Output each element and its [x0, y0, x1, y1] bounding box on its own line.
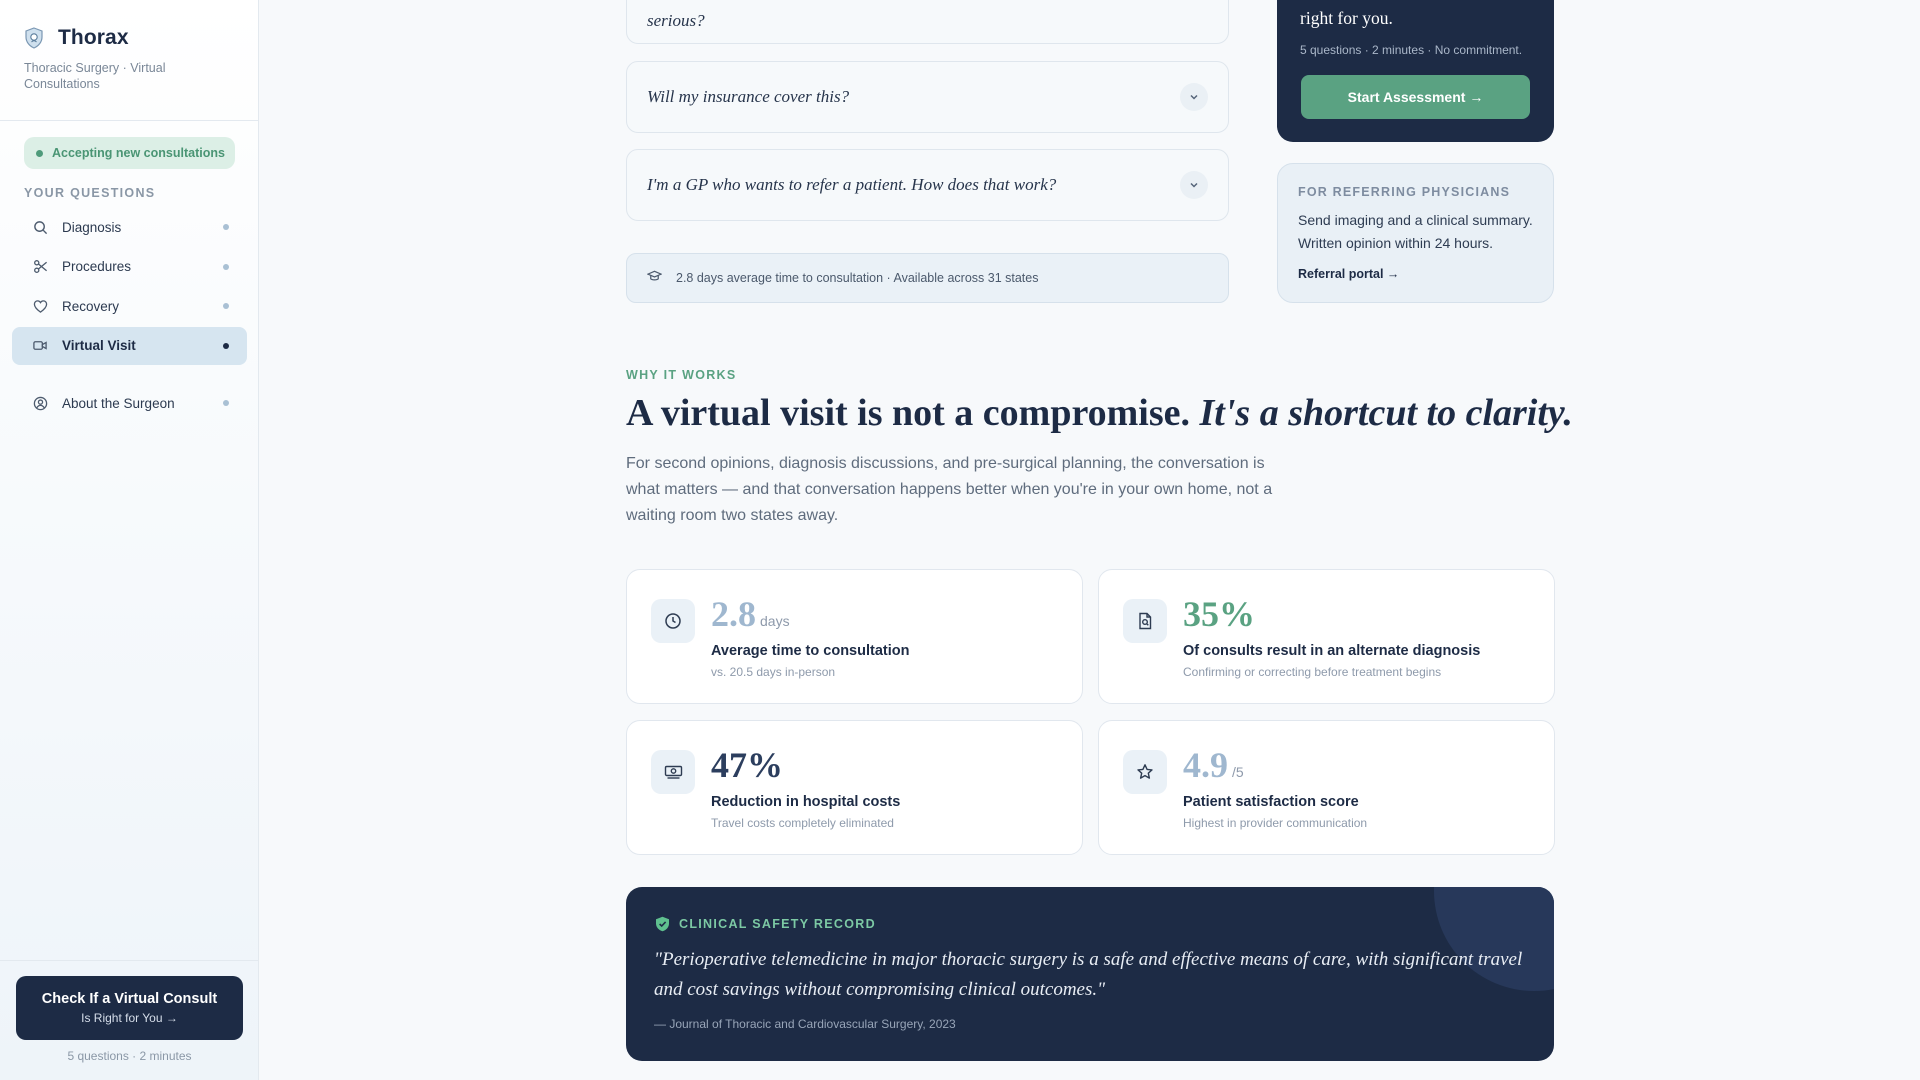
sidebar: Thorax Thoracic Surgery · Virtual Consul… — [0, 0, 259, 1080]
status-dot — [36, 149, 43, 157]
section-label: YOUR QUESTIONS — [24, 186, 156, 200]
referral-text: Send imaging and a clinical summary. Wri… — [1298, 212, 1533, 251]
stat-value: 35% — [1183, 594, 1255, 634]
quote-card: CLINICAL SAFETY RECORD "Perioperative te… — [626, 887, 1554, 1061]
info-text: 2.8 days average time to consultation · … — [676, 271, 1039, 285]
quote-label-text: CLINICAL SAFETY RECORD — [679, 917, 876, 931]
stat-unit: days — [760, 613, 790, 629]
referral-portal-link[interactable]: Referral portal → — [1298, 267, 1399, 281]
stat-value-row: 35% — [1183, 596, 1255, 632]
heading-plain: A virtual visit is not a compromise. — [626, 392, 1200, 434]
nav-dot-active — [223, 342, 229, 349]
faq-item[interactable]: Will my insurance cover this? — [626, 61, 1229, 133]
sidebar-nav: Diagnosis Procedures Recovery Virtual Vi… — [12, 208, 247, 424]
stat-card: 4.9 /5 Patient satisfaction score Highes… — [1098, 720, 1555, 855]
stat-value-row: 2.8 days — [711, 596, 790, 632]
shield-logo-icon — [24, 27, 44, 49]
assessment-title: right for you. — [1300, 8, 1393, 28]
sidebar-item-procedures[interactable]: Procedures — [12, 248, 247, 286]
shield-check-icon — [656, 916, 669, 932]
nav-dot — [223, 263, 229, 270]
stat-title: Reduction in hospital costs — [711, 794, 901, 810]
cta-subtitle: Is Right for You → — [81, 1011, 178, 1025]
sidebar-item-label: Procedures — [62, 259, 132, 274]
faq-question: Will my insurance cover this? — [647, 87, 850, 106]
faq-question: serious? — [647, 11, 705, 30]
start-assessment-button[interactable]: Start Assessment → — [1301, 75, 1530, 119]
stat-value-row: 4.9 /5 — [1183, 747, 1244, 783]
cta-title: Check If a Virtual Consult — [41, 991, 218, 1007]
heading-italic: It's a shortcut to clarity. — [1199, 392, 1573, 434]
stat-card: 2.8 days Average time to consultation vs… — [626, 569, 1083, 704]
star-icon — [1123, 750, 1167, 794]
stat-value: 4.9 — [1183, 745, 1228, 785]
quote-label: CLINICAL SAFETY RECORD — [655, 916, 876, 932]
graduation-cap-icon — [646, 269, 663, 288]
referral-card: FOR REFERRING PHYSICIANS Send imaging an… — [1277, 163, 1554, 303]
info-bar: 2.8 days average time to consultation · … — [626, 253, 1229, 303]
brand[interactable]: Thorax Thoracic Surgery · Virtual Consul… — [24, 26, 194, 92]
sidebar-item-label: Diagnosis — [62, 219, 122, 235]
heart-icon — [32, 298, 48, 314]
stat-title: Average time to consultation — [711, 643, 910, 659]
status-badge: Accepting new consultations — [24, 137, 235, 169]
clock-icon — [651, 599, 695, 643]
quote-citation: — Journal of Thoracic and Cardiovascular… — [654, 1017, 956, 1031]
sidebar-item-about-surgeon[interactable]: About the Surgeon — [12, 384, 247, 422]
status-text: Accepting new consultations — [52, 146, 225, 160]
stat-value: 47% — [711, 745, 783, 785]
nav-dot — [223, 224, 229, 230]
scissors-icon — [32, 259, 48, 275]
faq-item[interactable]: I'm a GP who wants to refer a patient. H… — [626, 149, 1229, 221]
chevron-down-icon[interactable] — [1180, 171, 1208, 199]
section-heading: A virtual visit is not a compromise. It'… — [626, 391, 1573, 435]
section-body: For second opinions, diagnosis discussio… — [626, 455, 1273, 524]
referral-label: FOR REFERRING PHYSICIANS — [1298, 185, 1511, 199]
cta-meta: 5 questions · 2 minutes — [67, 1049, 192, 1063]
sidebar-item-label: Recovery — [62, 298, 120, 314]
faq-question: I'm a GP who wants to refer a patient. H… — [647, 175, 1057, 194]
document-search-icon — [1123, 599, 1167, 643]
stat-sub: vs. 20.5 days in-person — [711, 665, 836, 679]
stat-card: 47% Reduction in hospital costs Travel c… — [626, 720, 1083, 855]
section-eyebrow: WHY IT WORKS — [626, 368, 737, 382]
assessment-card: right for you. 5 questions · 2 minutes ·… — [1277, 0, 1554, 142]
stat-value: 2.8 — [711, 594, 756, 634]
check-virtual-consult-button[interactable]: Check If a Virtual Consult Is Right for … — [16, 976, 243, 1040]
stat-card: 35% Of consults result in an alternate d… — [1098, 569, 1555, 704]
nav-separator — [12, 366, 247, 384]
quote-text: "Perioperative telemedicine in major tho… — [654, 949, 1523, 1000]
user-circle-icon — [32, 395, 48, 411]
stat-value-row: 47% — [711, 747, 783, 783]
stat-title: Of consults result in an alternate diagn… — [1183, 643, 1481, 659]
search-icon — [32, 219, 48, 235]
stat-sub: Highest in provider communication — [1183, 816, 1368, 830]
assessment-meta: 5 questions · 2 minutes · No commitment. — [1300, 43, 1523, 57]
faq-item[interactable]: serious? — [626, 0, 1229, 44]
stat-title: Patient satisfaction score — [1183, 794, 1359, 810]
sidebar-item-label: Virtual Visit — [62, 338, 136, 353]
video-icon — [32, 338, 48, 354]
brand-subtitle: Thoracic Surgery · Virtual Consultations — [24, 61, 166, 91]
sidebar-item-virtual-visit[interactable]: Virtual Visit — [12, 326, 247, 365]
nav-dot — [223, 303, 229, 309]
money-icon — [651, 750, 695, 794]
brand-name: Thorax — [58, 26, 129, 49]
sidebar-item-recovery[interactable]: Recovery — [12, 287, 247, 325]
sidebar-divider — [0, 120, 259, 121]
stat-sub: Travel costs completely eliminated — [711, 816, 894, 830]
nav-dot — [223, 400, 229, 406]
chevron-down-icon[interactable] — [1180, 83, 1208, 111]
sidebar-bottom-divider — [0, 960, 259, 961]
sidebar-item-label: About the Surgeon — [62, 395, 175, 411]
stat-sub: Confirming or correcting before treatmen… — [1183, 665, 1442, 679]
stat-unit: /5 — [1232, 764, 1244, 780]
sidebar-item-diagnosis[interactable]: Diagnosis — [12, 208, 247, 246]
